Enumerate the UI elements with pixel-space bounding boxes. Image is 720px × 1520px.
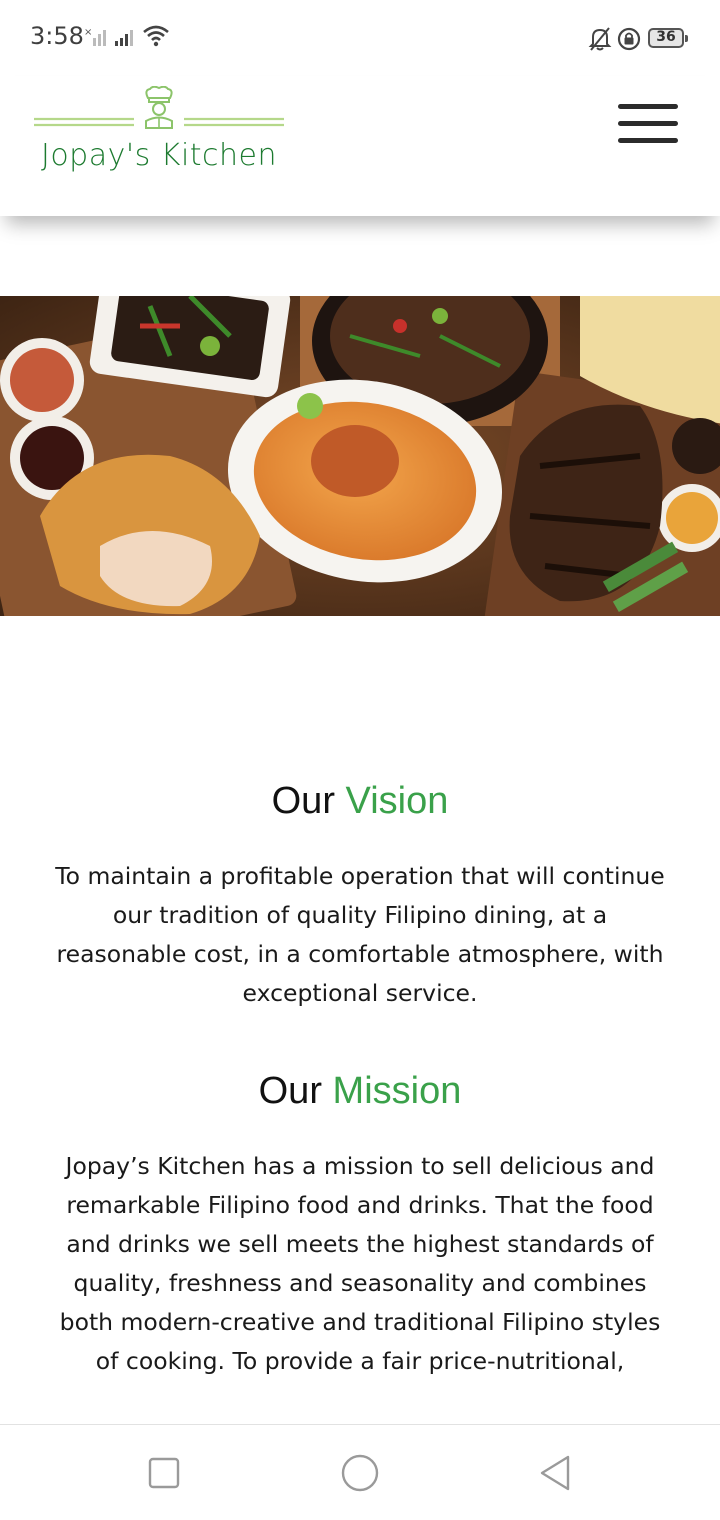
- lock-rotation-icon: [617, 27, 641, 51]
- wifi-icon: [143, 25, 169, 47]
- recents-button[interactable]: [144, 1453, 184, 1493]
- hero-image: [0, 296, 720, 616]
- hamburger-icon-line-bottom: [618, 138, 678, 143]
- home-button[interactable]: [340, 1453, 380, 1493]
- back-triangle-icon: [540, 1455, 570, 1491]
- battery-level: 36: [656, 29, 676, 45]
- bell-off-icon: [588, 27, 612, 51]
- hamburger-icon-line-middle: [618, 121, 678, 126]
- svg-text:×: ×: [84, 27, 92, 38]
- vision-text: To maintain a profitable operation that …: [55, 862, 665, 1007]
- hamburger-icon-line-top: [618, 104, 678, 109]
- brand-logo[interactable]: Jopay's Kitchen: [34, 86, 284, 176]
- back-button[interactable]: [536, 1453, 576, 1493]
- battery-icon: 36: [648, 28, 688, 48]
- signal-icon: [115, 30, 133, 46]
- status-time: 3:58: [30, 22, 84, 50]
- vision-heading-accent: Vision: [345, 780, 449, 822]
- mission-heading-prefix: Our: [258, 1070, 322, 1112]
- vision-heading: Our Vision: [0, 780, 720, 830]
- no-sim-signal-icon: ×: [84, 27, 106, 46]
- filipino-food-spread-image: [0, 296, 720, 616]
- app-screen: 3:58 × 36 Jopay's Kitchen Our Vision To …: [0, 0, 720, 1520]
- mission-heading-accent: Mission: [332, 1070, 462, 1112]
- vision-heading-prefix: Our: [271, 780, 335, 822]
- site-header: Jopay's Kitchen: [0, 76, 720, 216]
- brand-name: Jopay's Kitchen: [40, 138, 278, 173]
- menu-button[interactable]: [612, 100, 684, 152]
- recents-square-icon: [148, 1457, 180, 1489]
- chef-icon: [34, 86, 284, 129]
- mission-text: Jopay’s Kitchen has a mission to sell de…: [59, 1152, 661, 1375]
- mission-heading: Our Mission: [0, 1070, 720, 1120]
- status-bar: 3:58 × 36: [0, 0, 720, 76]
- home-circle-icon: [341, 1454, 379, 1492]
- system-nav-bar: [0, 1424, 720, 1520]
